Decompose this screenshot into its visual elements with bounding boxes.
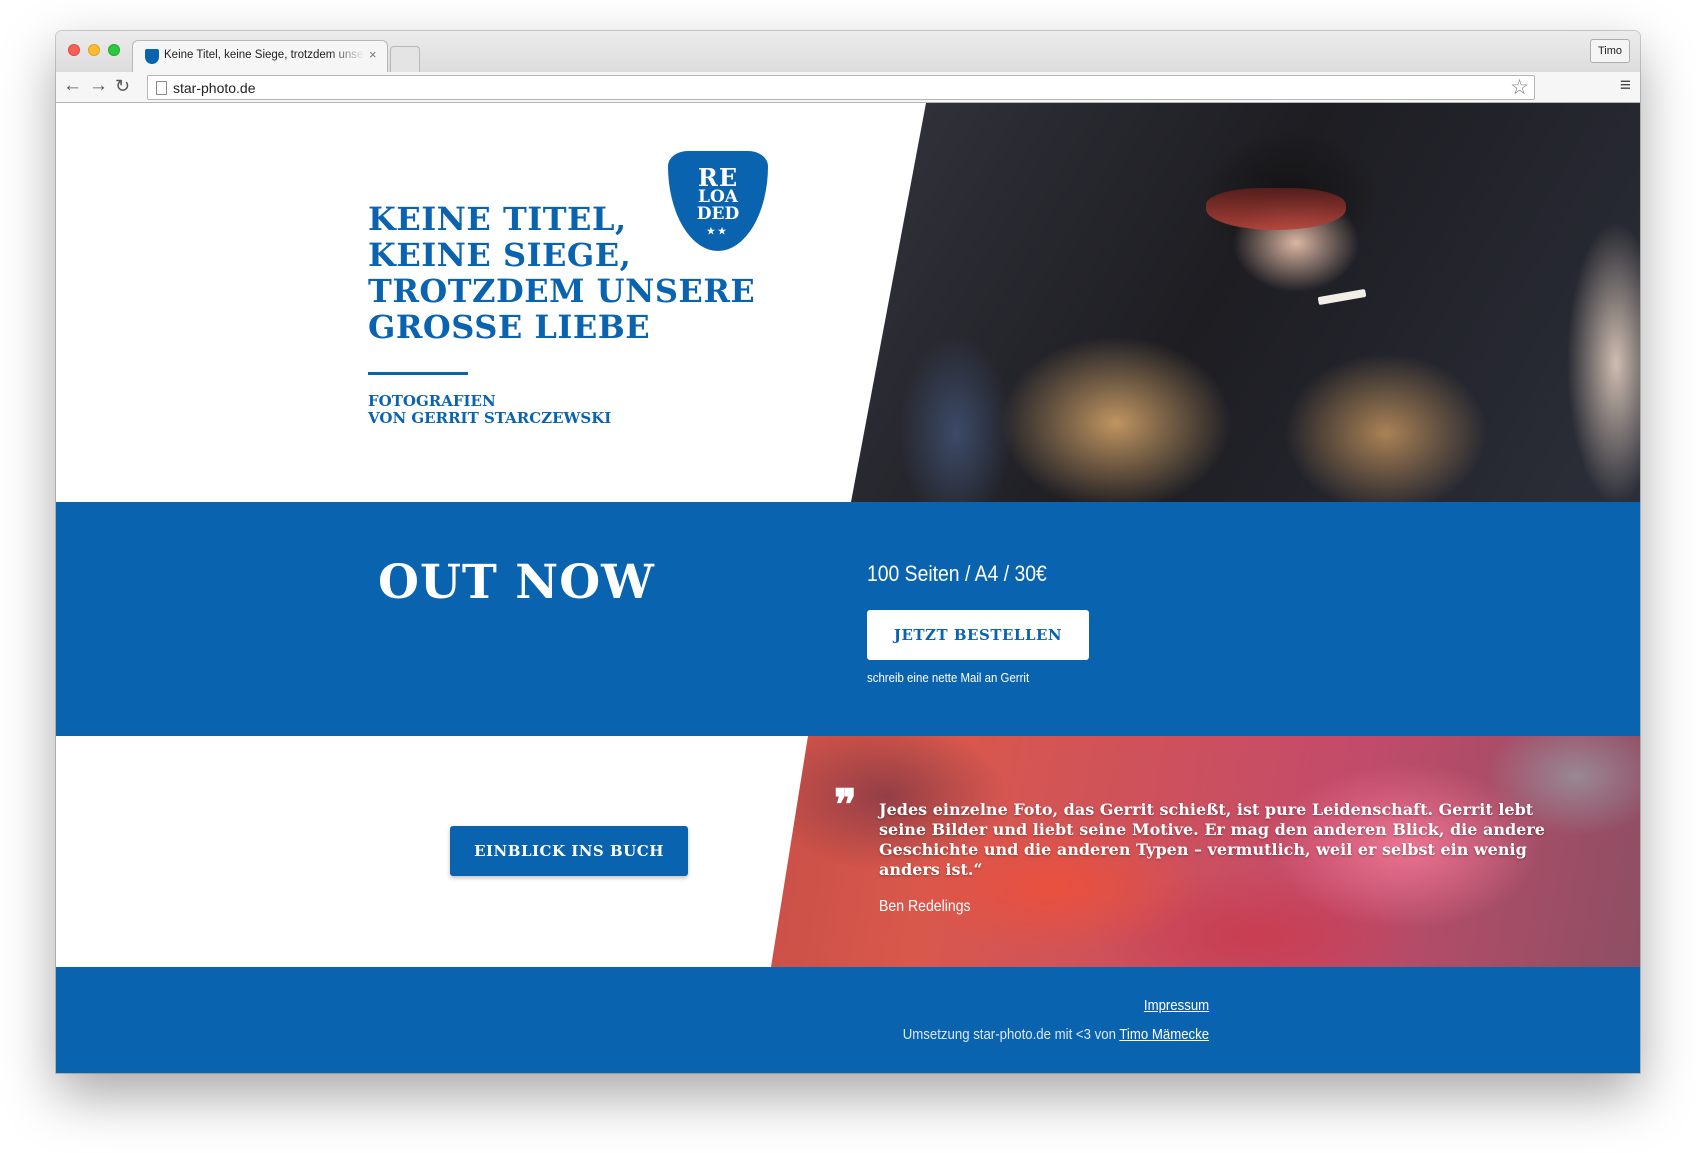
hero-subtitle-line: von Gerrit Starczewski: [368, 409, 612, 427]
hero-title-line: trotzdem unsere: [368, 272, 756, 310]
minimize-window-button[interactable]: [88, 44, 100, 56]
browser-tab[interactable]: Keine Titel, keine Siege, trotzdem unser…: [132, 40, 388, 72]
photo-sunglasses-detail: [1206, 188, 1346, 230]
hero-title-line: Keine Titel,: [368, 200, 627, 238]
book-info: 100 Seiten / A4 / 30€: [867, 561, 1047, 586]
back-arrow-icon[interactable]: ←: [63, 74, 82, 98]
hero-subtitle-line: Fotografien: [368, 392, 496, 410]
mail-hint: schreib eine nette Mail an Gerrit: [867, 670, 1030, 685]
quote-section: Einblick ins Buch ❞ Jedes einzelne Foto,…: [56, 736, 1640, 967]
page-footer: Impressum Umsetzung star-photo.de mit <3…: [56, 967, 1640, 1073]
hero-photo: [851, 103, 1640, 502]
hero-title-line: grosse Liebe: [368, 308, 651, 346]
hero-title: Keine Titel, keine Siege, trotzdem unser…: [368, 201, 848, 345]
reload-icon[interactable]: ↻: [115, 74, 130, 98]
browser-window: Keine Titel, keine Siege, trotzdem unser…: [56, 31, 1640, 1073]
out-now-headline: Out now: [378, 555, 655, 610]
forward-arrow-icon[interactable]: →: [89, 74, 108, 98]
browser-tab-strip: Keine Titel, keine Siege, trotzdem unser…: [56, 31, 1640, 72]
tab-close-icon[interactable]: ×: [369, 47, 377, 62]
order-button[interactable]: Jetzt bestellen: [867, 610, 1089, 660]
url-text[interactable]: star-photo.de: [173, 80, 256, 96]
close-window-button[interactable]: [68, 44, 80, 56]
impressum-link[interactable]: Impressum: [1144, 997, 1209, 1014]
order-section: Out now 100 Seiten / A4 / 30€ Jetzt best…: [56, 502, 1640, 736]
browser-toolbar: ← → ↻ star-photo.de ☆ ≡: [56, 72, 1640, 103]
testimonial-quote: Jedes einzelne Foto, das Gerrit schießt,…: [879, 800, 1545, 879]
zoom-window-button[interactable]: [108, 44, 120, 56]
quote-author: Ben Redelings: [879, 898, 971, 915]
page-icon: [156, 81, 167, 95]
credit-prefix: Umsetzung star-photo.de mit <3 von: [902, 1026, 1120, 1043]
credit-line: Umsetzung star-photo.de mit <3 von Timo …: [903, 1026, 1209, 1043]
address-bar[interactable]: star-photo.de ☆: [147, 75, 1535, 100]
credit-author-link[interactable]: Timo Mämecke: [1119, 1026, 1209, 1043]
tab-title-fade: [329, 47, 365, 67]
photo-cigarette-detail: [1317, 288, 1367, 306]
profile-button[interactable]: Timo: [1590, 39, 1630, 63]
hamburger-menu-icon[interactable]: ≡: [1620, 74, 1631, 98]
page-viewport: RE LOA DED ★★ Keine Titel, keine Siege, …: [56, 103, 1640, 1073]
hero-subtitle: Fotografien von Gerrit Starczewski: [368, 393, 611, 427]
star-icon[interactable]: ☆: [1510, 76, 1529, 99]
new-tab-button[interactable]: [390, 46, 420, 72]
hero-title-line: keine Siege,: [368, 236, 632, 274]
hero-divider: [368, 372, 468, 375]
hero-section: RE LOA DED ★★ Keine Titel, keine Siege, …: [56, 103, 1640, 502]
favicon-icon: [145, 49, 159, 64]
book-preview-button[interactable]: Einblick ins Buch: [450, 826, 688, 876]
quote-mark-icon: ❞: [834, 780, 857, 829]
